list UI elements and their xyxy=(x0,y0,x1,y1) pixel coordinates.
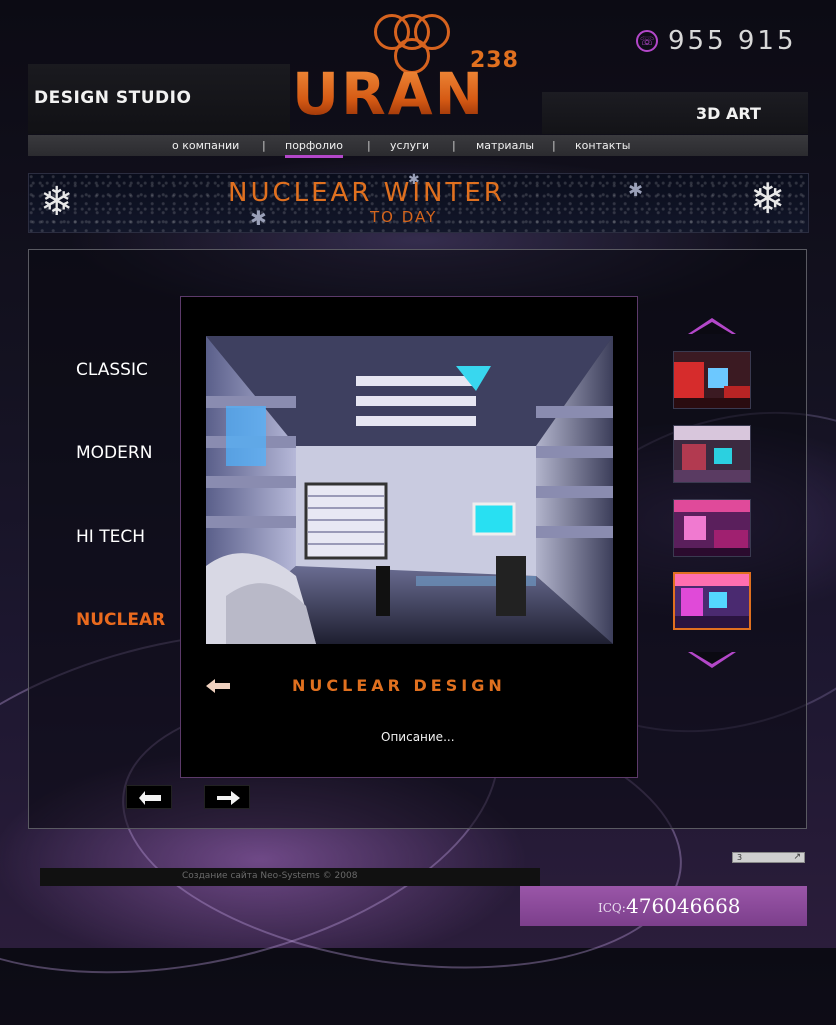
back-arrow-icon[interactable] xyxy=(206,677,232,695)
return-arrow-icon xyxy=(139,791,161,805)
nav-item-services[interactable]: услуги xyxy=(390,139,429,152)
logo-superscript: 238 xyxy=(470,48,519,73)
category-modern[interactable]: MODERN xyxy=(76,443,152,463)
scroll-down-arrow-icon[interactable] xyxy=(688,652,736,668)
image-caption: NUCLEAR DESIGN xyxy=(292,676,506,695)
nav-item-about[interactable]: о компании xyxy=(172,139,239,152)
scroll-up-arrow-icon[interactable] xyxy=(688,318,736,334)
snowflake-icon: ❄ xyxy=(40,179,74,225)
design-studio-tagline: DESIGN STUDIO xyxy=(34,88,192,108)
image-description[interactable]: Описание... xyxy=(381,730,455,744)
banner-subtitle: TO DAY xyxy=(370,208,438,226)
nav-separator: | xyxy=(262,139,266,152)
phone-number: 955 915 xyxy=(668,26,797,56)
snowflake-icon: ✱ xyxy=(628,180,644,201)
site-logo[interactable]: URAN xyxy=(292,65,532,123)
phone-block: ☏ 955 915 xyxy=(636,26,797,56)
3d-art-tagline: 3D ART xyxy=(696,104,761,123)
main-portfolio-image xyxy=(206,336,613,644)
nav-separator: | xyxy=(452,139,456,152)
visitor-counter[interactable]: 3 ↗ xyxy=(732,852,805,863)
phone-icon: ☏ xyxy=(636,30,658,52)
category-hi-tech[interactable]: HI TECH xyxy=(76,527,145,547)
nav-separator: | xyxy=(367,139,371,152)
nav-item-materials[interactable]: матриалы xyxy=(476,139,534,152)
active-nav-indicator xyxy=(285,155,343,158)
category-classic[interactable]: CLASSIC xyxy=(76,360,148,380)
right-arrow-icon xyxy=(217,791,240,805)
banner-title: NUCLEAR WINTER xyxy=(228,178,505,208)
back-button[interactable] xyxy=(126,785,172,809)
counter-arrow-icon: ↗ xyxy=(793,852,801,862)
nav-separator: | xyxy=(552,139,556,152)
icq-number[interactable]: 476046668 xyxy=(626,894,741,918)
category-nuclear[interactable]: NUCLEAR xyxy=(76,610,165,630)
thumbnail[interactable] xyxy=(673,499,751,557)
counter-value: 3 xyxy=(737,853,743,862)
thumbnail[interactable] xyxy=(673,351,751,409)
footer-credits[interactable]: Создание сайта Neo-Systems © 2008 xyxy=(182,871,357,881)
right-tagline-band xyxy=(542,92,808,134)
thumbnail-active[interactable] xyxy=(673,572,751,630)
icq-label: ICQ: xyxy=(598,901,626,915)
thumbnail[interactable] xyxy=(673,425,751,483)
snowflake-icon: ✱ xyxy=(250,206,267,230)
nav-item-contacts[interactable]: контакты xyxy=(575,139,630,152)
next-button[interactable] xyxy=(204,785,250,809)
snowflake-icon: ❄ xyxy=(750,174,786,223)
nav-item-portfolio[interactable]: порфолио xyxy=(285,139,343,152)
